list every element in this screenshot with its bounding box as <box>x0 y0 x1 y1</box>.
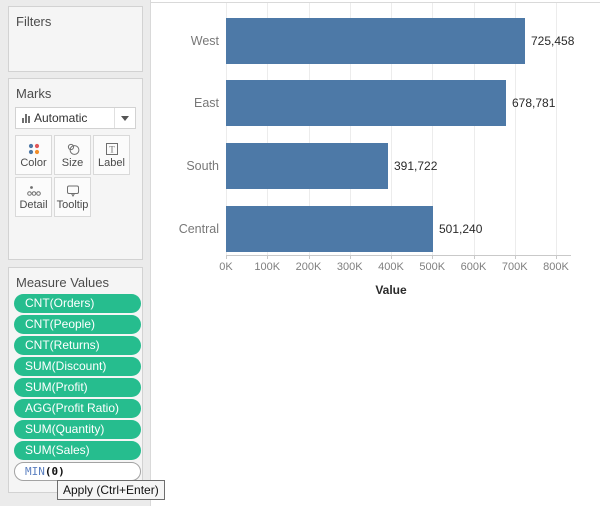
measure-pill[interactable]: SUM(Quantity) <box>14 420 141 439</box>
tooltip-button-label: Tooltip <box>57 199 89 211</box>
mark-type-dropdown[interactable]: Automatic <box>15 107 136 129</box>
category-label: East <box>151 80 219 126</box>
value-label: 678,781 <box>512 80 555 126</box>
size-button[interactable]: Size <box>54 135 91 175</box>
bar[interactable] <box>226 18 525 64</box>
detail-button[interactable]: Detail <box>15 177 52 217</box>
x-tick-label: 300K <box>328 261 372 273</box>
value-label: 725,458 <box>531 18 574 64</box>
category-label: West <box>151 18 219 64</box>
x-axis-line <box>226 255 571 256</box>
bar[interactable] <box>226 143 388 189</box>
measure-pill[interactable]: CNT(People) <box>14 315 141 334</box>
x-tick-label: 400K <box>369 261 413 273</box>
chart-top-border <box>151 2 600 3</box>
sidebar: Filters Marks Automatic Color <box>0 0 150 506</box>
filters-shelf-title: Filters <box>9 7 142 29</box>
x-tick-label: 700K <box>493 261 537 273</box>
x-tick-label: 0K <box>204 261 248 273</box>
tooltip-button[interactable]: Tooltip <box>54 177 91 217</box>
x-tick-label: 600K <box>452 261 496 273</box>
size-icon <box>65 142 81 156</box>
marks-card: Marks Automatic Color Siz <box>8 78 143 260</box>
measure-pill[interactable]: SUM(Discount) <box>14 357 141 376</box>
label-icon: T <box>104 142 120 156</box>
detail-icon <box>26 184 42 198</box>
x-tick-label: 500K <box>410 261 454 273</box>
category-label: Central <box>151 206 219 252</box>
measure-pill[interactable]: AGG(Profit Ratio) <box>14 399 141 418</box>
mark-type-value: Automatic <box>30 111 114 125</box>
bar-chart-icon <box>22 113 30 123</box>
x-tick-label: 200K <box>287 261 331 273</box>
chart-area[interactable]: Value 0K100K200K300K400K500K600K700K800K… <box>150 0 600 506</box>
tooltip-icon <box>65 184 81 198</box>
label-button-label: Label <box>98 157 125 169</box>
marks-buttons: Color Size T Label <box>15 135 134 217</box>
measure-pill[interactable]: CNT(Returns) <box>14 336 141 355</box>
mark-type-dropdown-arrow[interactable] <box>114 108 135 128</box>
measure-pill-editing[interactable]: MIN(0) <box>14 462 141 481</box>
measure-pill[interactable]: SUM(Profit) <box>14 378 141 397</box>
color-button-label: Color <box>20 157 46 169</box>
color-button[interactable]: Color <box>15 135 52 175</box>
label-button[interactable]: T Label <box>93 135 130 175</box>
svg-text:T: T <box>109 144 115 154</box>
size-button-label: Size <box>62 157 83 169</box>
measure-pill[interactable]: CNT(Orders) <box>14 294 141 313</box>
apply-tooltip-text: Apply (Ctrl+Enter) <box>63 483 159 497</box>
x-tick-label: 800K <box>534 261 578 273</box>
caret-down-icon <box>121 116 129 121</box>
x-tick-label: 100K <box>245 261 289 273</box>
measure-values-title: Measure Values <box>9 268 142 290</box>
value-label: 391,722 <box>394 143 437 189</box>
x-axis-title: Value <box>226 283 556 297</box>
pill-argument-text: (0) <box>45 465 65 478</box>
measure-values-card: Measure Values CNT(Orders)CNT(People)CNT… <box>8 267 143 493</box>
value-label: 501,240 <box>439 206 482 252</box>
category-label: South <box>151 143 219 189</box>
filters-shelf[interactable]: Filters <box>8 6 143 72</box>
measure-pills: CNT(Orders) CNT(People) CNT(Returns) SUM(Di… <box>14 294 141 462</box>
measure-pill[interactable]: SUM(Sales) <box>14 441 141 460</box>
apply-tooltip: Apply (Ctrl+Enter) <box>57 480 165 500</box>
pill-aggregation-text: MIN <box>25 465 45 478</box>
bar[interactable] <box>226 206 433 252</box>
detail-button-label: Detail <box>19 199 47 211</box>
bar[interactable] <box>226 80 506 126</box>
color-icon <box>26 142 42 156</box>
marks-card-title: Marks <box>9 79 142 101</box>
